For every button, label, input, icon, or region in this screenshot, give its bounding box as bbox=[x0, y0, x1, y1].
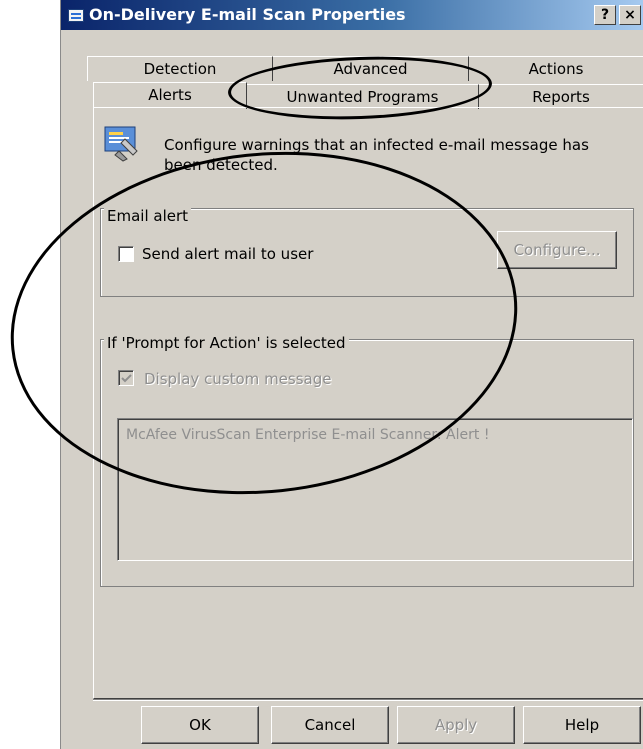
tab-actions[interactable]: Actions bbox=[469, 56, 643, 81]
help-button[interactable]: Help bbox=[523, 706, 641, 744]
help-title-button[interactable]: ? bbox=[594, 5, 616, 25]
window-title: On-Delivery E-mail Scan Properties bbox=[89, 5, 406, 24]
cancel-button[interactable]: Cancel bbox=[271, 706, 389, 744]
bottom-separator bbox=[93, 699, 643, 701]
ok-button[interactable]: OK bbox=[141, 706, 259, 744]
alert-settings-icon bbox=[104, 126, 138, 162]
tab-reports[interactable]: Reports bbox=[479, 84, 643, 109]
apply-button[interactable]: Apply bbox=[397, 706, 515, 744]
close-title-button[interactable]: × bbox=[619, 5, 641, 25]
window-icon bbox=[68, 9, 84, 22]
title-bar[interactable]: On-Delivery E-mail Scan Properties ? × bbox=[61, 0, 643, 30]
tab-alerts[interactable]: Alerts bbox=[93, 82, 247, 109]
configure-button[interactable]: Configure... bbox=[497, 231, 617, 269]
